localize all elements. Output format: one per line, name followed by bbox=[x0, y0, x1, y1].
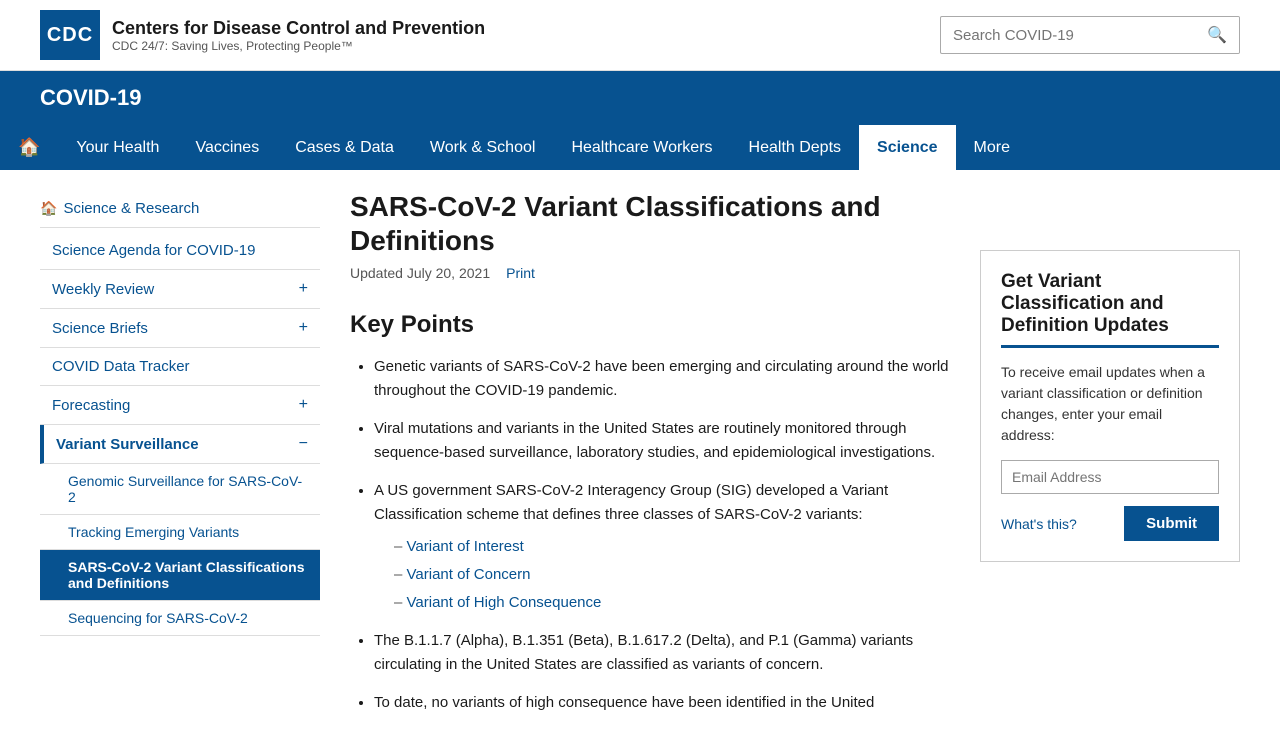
cdc-logo-text: Centers for Disease Control and Preventi… bbox=[112, 18, 485, 53]
sidebar-item-science-agenda[interactable]: Science Agenda for COVID-19 bbox=[40, 232, 320, 270]
nav-health-depts[interactable]: Health Depts bbox=[731, 125, 860, 170]
sidebar-sub-item-tracking-emerging[interactable]: Tracking Emerging Variants bbox=[40, 515, 320, 550]
variant-sub-item-2: Variant of Concern bbox=[394, 563, 950, 587]
page-title: SARS-CoV-2 Variant Classifications and D… bbox=[350, 190, 950, 257]
nav-more[interactable]: More bbox=[956, 125, 1028, 170]
variant-sub-item-3: Variant of High Consequence bbox=[394, 591, 950, 615]
search-input[interactable] bbox=[941, 19, 1195, 52]
sidebar-item-covid-tracker[interactable]: COVID Data Tracker bbox=[40, 348, 320, 386]
key-points-heading: Key Points bbox=[350, 311, 950, 339]
search-area: 🔍 bbox=[940, 16, 1240, 54]
sidebar-item-variant-surveillance[interactable]: Variant Surveillance − bbox=[40, 425, 320, 464]
sidebar-sub-item-variant-classifications[interactable]: SARS-CoV-2 Variant Classifications and D… bbox=[40, 550, 320, 601]
covid-banner-title: COVID-19 bbox=[40, 85, 141, 110]
update-box: Get Variant Classification and Definitio… bbox=[980, 250, 1240, 562]
org-tagline: CDC 24/7: Saving Lives, Protecting Peopl… bbox=[112, 39, 485, 53]
left-sidebar: 🏠 Science & Research Science Agenda for … bbox=[40, 190, 320, 729]
key-points-list: Genetic variants of SARS-CoV-2 have been… bbox=[350, 355, 950, 715]
search-button[interactable]: 🔍 bbox=[1195, 17, 1239, 53]
variant-surveillance-collapse-icon: − bbox=[299, 435, 308, 453]
nav-science[interactable]: Science bbox=[859, 125, 955, 170]
main-nav: 🏠 Your Health Vaccines Cases & Data Work… bbox=[0, 125, 1280, 170]
cdc-logo: CDC bbox=[40, 10, 100, 60]
variant-of-interest-link[interactable]: Variant of Interest bbox=[407, 538, 524, 555]
update-box-title: Get Variant Classification and Definitio… bbox=[1001, 271, 1219, 348]
key-point-5: To date, no variants of high consequence… bbox=[374, 691, 950, 715]
sidebar-sub-item-sequencing[interactable]: Sequencing for SARS-CoV-2 bbox=[40, 601, 320, 636]
nav-work-school[interactable]: Work & School bbox=[412, 125, 554, 170]
variant-of-concern-link[interactable]: Variant of Concern bbox=[407, 566, 531, 583]
sidebar-sub-item-genomic-surveillance[interactable]: Genomic Surveillance for SARS-CoV-2 bbox=[40, 464, 320, 515]
sidebar-top-label: Science & Research bbox=[63, 200, 199, 217]
update-box-desc: To receive email updates when a variant … bbox=[1001, 362, 1219, 446]
whats-this-link[interactable]: What's this? bbox=[1001, 516, 1077, 532]
nav-vaccines[interactable]: Vaccines bbox=[177, 125, 277, 170]
email-input[interactable] bbox=[1001, 460, 1219, 494]
sidebar-home-icon: 🏠 bbox=[40, 200, 57, 217]
sidebar-top-link[interactable]: 🏠 Science & Research bbox=[40, 190, 320, 228]
org-name: Centers for Disease Control and Preventi… bbox=[112, 18, 485, 39]
right-panel: Get Variant Classification and Definitio… bbox=[980, 190, 1240, 729]
update-box-footer: What's this? Submit bbox=[1001, 506, 1219, 541]
covid-banner: COVID-19 bbox=[0, 71, 1280, 125]
nav-home[interactable]: 🏠 bbox=[0, 125, 58, 170]
weekly-review-expand-icon: + bbox=[299, 280, 308, 298]
variant-of-high-consequence-link[interactable]: Variant of High Consequence bbox=[407, 594, 602, 611]
key-point-3: A US government SARS-CoV-2 Interagency G… bbox=[374, 479, 950, 615]
body-main: SARS-CoV-2 Variant Classifications and D… bbox=[350, 190, 950, 729]
content-wrapper: 🏠 Science & Research Science Agenda for … bbox=[0, 170, 1280, 749]
cdc-logo-area: CDC Centers for Disease Control and Prev… bbox=[40, 10, 485, 60]
nav-cases-data[interactable]: Cases & Data bbox=[277, 125, 412, 170]
sidebar-item-science-briefs[interactable]: Science Briefs + bbox=[40, 309, 320, 348]
home-icon: 🏠 bbox=[18, 137, 40, 158]
nav-healthcare-workers[interactable]: Healthcare Workers bbox=[553, 125, 730, 170]
sidebar-item-forecasting[interactable]: Forecasting + bbox=[40, 386, 320, 425]
key-point-4: The B.1.1.7 (Alpha), B.1.351 (Beta), B.1… bbox=[374, 629, 950, 677]
forecasting-expand-icon: + bbox=[299, 396, 308, 414]
updated-date: Updated July 20, 2021 bbox=[350, 265, 490, 281]
sidebar-item-weekly-review[interactable]: Weekly Review + bbox=[40, 270, 320, 309]
variant-sub-item-1: Variant of Interest bbox=[394, 535, 950, 559]
science-briefs-expand-icon: + bbox=[299, 319, 308, 337]
key-point-2: Viral mutations and variants in the Unit… bbox=[374, 417, 950, 465]
site-header: CDC Centers for Disease Control and Prev… bbox=[0, 0, 1280, 71]
nav-your-health[interactable]: Your Health bbox=[58, 125, 177, 170]
submit-button[interactable]: Submit bbox=[1124, 506, 1219, 541]
variant-sub-list: Variant of Interest Variant of Concern V… bbox=[374, 535, 950, 615]
print-link[interactable]: Print bbox=[506, 265, 535, 281]
page-meta: Updated July 20, 2021 Print bbox=[350, 265, 950, 281]
body-layout: SARS-CoV-2 Variant Classifications and D… bbox=[350, 190, 1240, 729]
key-point-1: Genetic variants of SARS-CoV-2 have been… bbox=[374, 355, 950, 403]
